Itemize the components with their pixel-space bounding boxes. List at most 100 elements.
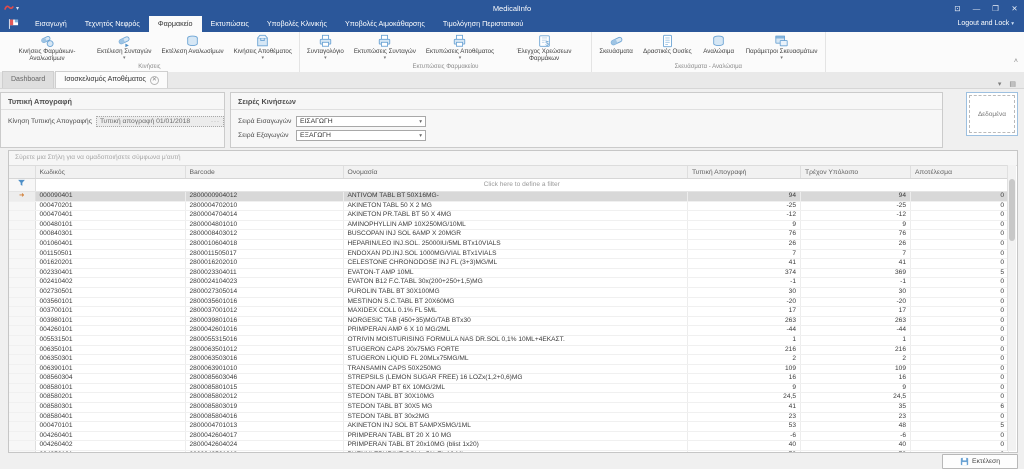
table-row[interactable]: 006390101 2800063901010 TRANSAMIN CAPS 5… — [9, 364, 1009, 374]
cell-name: EVATON-T AMP 10ML — [343, 268, 688, 278]
column-header-trexon-ypoloipo[interactable]: Τρέχον Υπόλοιπο — [801, 166, 911, 179]
ribbon-button-Έλεγχος Χρεώσεων Φαρμάκων[interactable]: $ Έλεγχος Χρεώσεων Φαρμάκων — [499, 32, 589, 63]
ribbon-button-Παράμετροι Σκευασμάτων[interactable]: Παράμετροι Σκευασμάτων ▾ — [741, 32, 823, 63]
table-row[interactable]: 003560101 2800035601016 MESTINON S.C.TAB… — [9, 297, 1009, 307]
cell-apotelesma: 0 — [911, 230, 1009, 240]
table-row[interactable]: 000470201 2800004702010 AKINETON TABL 50… — [9, 201, 1009, 211]
table-row[interactable]: 006350301 2800063503016 STUGERON LIQUID … — [9, 355, 1009, 365]
row-indicator-cell — [9, 412, 35, 422]
cell-code: 000470101 — [35, 422, 185, 432]
table-row[interactable]: 002330401 2800023304011 EVATON-T AMP 10M… — [9, 268, 1009, 278]
qat-dropdown-icon[interactable]: ▾ — [16, 5, 19, 12]
ribbon-tab-Τιμολόγηση Περιστατικού[interactable]: Τιμολόγηση Περιστατικού — [434, 16, 533, 32]
vertical-scrollbar[interactable] — [1007, 165, 1016, 451]
table-row[interactable]: 000840301 2800008403012 BUSCOPAN INJ SOL… — [9, 230, 1009, 240]
close-icon[interactable]: ✕ — [1005, 0, 1024, 16]
quick-access-toolbar[interactable]: ▾ — [0, 3, 19, 13]
ribbon-button-Κινήσεις Αποθέματος[interactable]: Κινήσεις Αποθέματος ▾ — [229, 32, 297, 63]
cell-name: EVATON B12 F.C.TABL 30x(200+250+1,5)MG — [343, 278, 688, 288]
ribbon-button-Αναλώσιμα[interactable]: Αναλώσιμα — [697, 32, 741, 63]
filter-hint[interactable]: Click here to define a filter — [35, 179, 1009, 192]
ribbon-button-Εκτυπώσεις Συνταγών[interactable]: Εκτυπώσεις Συνταγών ▾ — [349, 32, 421, 63]
cell-name: TRANSAMIN CAPS 50X250MG — [343, 364, 688, 374]
ribbon-display-options-icon[interactable]: ⊡ — [948, 0, 967, 16]
table-row[interactable]: 001060401 2800010604018 HEPARIN/LEO INJ.… — [9, 239, 1009, 249]
cell-trexon: 48 — [801, 422, 911, 432]
column-header-apotelesma[interactable]: Αποτέλεσμα — [911, 166, 1009, 179]
ribbon-tab-Εισαγωγή[interactable]: Εισαγωγή — [26, 16, 76, 32]
column-header-barcode[interactable]: Barcode — [185, 166, 343, 179]
column-header-kodikos[interactable]: Κωδικός — [35, 166, 185, 179]
table-row[interactable]: 004260402 2800042604024 PRIMPERAN TABL B… — [9, 441, 1009, 451]
table-row[interactable]: 001150501 2800011505017 ENDOXAN PD.INJ.S… — [9, 249, 1009, 259]
table-row[interactable]: ➜ 000090401 2800000904012 ANTIVOM TABL B… — [9, 192, 1009, 202]
ribbon-button-Κινήσεις Φαρμάκων-Αναλωσίμων[interactable]: Κινήσεις Φαρμάκων-Αναλωσίμων — [2, 32, 92, 63]
table-row[interactable]: 000480101 2800004801010 AMINOPHYLLIN AMP… — [9, 220, 1009, 230]
row-indicator-cell — [9, 211, 35, 221]
cell-code: 006350301 — [35, 355, 185, 365]
table-row[interactable]: 008580401 2800085804016 STEDON TABL BT 3… — [9, 412, 1009, 422]
ribbon-button-Συνταγολόγιο[interactable]: Συνταγολόγιο ▾ — [302, 32, 349, 63]
ribbon-tab-Τεχνητός Νεφρός[interactable]: Τεχνητός Νεφρός — [76, 16, 149, 32]
table-row[interactable]: 003980101 2800039801016 NORGESIC TAB (45… — [9, 316, 1009, 326]
ribbon-tab-Εκτυπώσεις[interactable]: Εκτυπώσεις — [202, 16, 258, 32]
chevron-down-icon[interactable]: ▾ — [419, 133, 422, 139]
ribbon-group: Κινήσεις Φαρμάκων-Αναλωσίμων Εκτέλεση Συ… — [0, 32, 300, 72]
table-row[interactable]: 000470101 2800004701013 AKINETON INJ SOL… — [9, 422, 1009, 432]
table-row[interactable]: 004260401 2800042604017 PRIMPERAN TABL B… — [9, 431, 1009, 441]
seira-exagogon-combo[interactable]: ΕΞΑΓΩΓΗ ▾ — [296, 130, 426, 141]
application-menu-button[interactable] — [0, 16, 26, 32]
restore-icon[interactable]: ❐ — [986, 0, 1005, 16]
column-header-typiki-apografi[interactable]: Τυπική Απογραφή — [688, 166, 801, 179]
doc-tab-Dashboard[interactable]: Dashboard — [2, 71, 54, 88]
filter-icon-cell[interactable] — [9, 179, 35, 192]
table-row[interactable]: 008560304 2800085603046 STREPSILS (LEMON… — [9, 374, 1009, 384]
chevron-down-icon[interactable]: ▾ — [419, 119, 422, 125]
table-row[interactable]: 008580101 2800085801015 STEDON AMP BT 6X… — [9, 383, 1009, 393]
table-row[interactable]: 000470401 2800004704014 AKINETON PR.TABL… — [9, 211, 1009, 221]
doc-tab-Ισοσκελισμός Αποθέματος[interactable]: Ισοσκελισμός Αποθέματος✕ — [55, 71, 168, 88]
table-row[interactable]: 001620201 2800016202010 CELESTONE CHRONO… — [9, 259, 1009, 269]
logout-and-lock-button[interactable]: Logout and Lock ▾ — [958, 16, 1024, 32]
ribbon-button-Σκευάσματα[interactable]: Σκευάσματα — [594, 32, 638, 63]
table-row[interactable]: 003700101 2800037001012 MAXIDEX COLL 0.1… — [9, 307, 1009, 317]
table-row[interactable]: 006350101 2800063501012 STUGERON CAPS 20… — [9, 345, 1009, 355]
ribbon-button-Εκτυπώσεις Αποθέματος[interactable]: Εκτυπώσεις Αποθέματος ▾ — [421, 32, 499, 63]
ribbon-tab-Φαρμακείο[interactable]: Φαρμακείο — [149, 16, 202, 32]
cell-apotelesma: 0 — [911, 259, 1009, 269]
group-by-bar[interactable]: Σύρετε μια Στήλη για να ομαδοποιήσετε σύ… — [9, 151, 1017, 166]
filter-row[interactable]: Click here to define a filter — [9, 179, 1009, 192]
seira-eisagogon-label: Σειρά Εισαγωγών — [238, 118, 294, 125]
seira-eisagogon-combo[interactable]: ΕΙΣΑΓΩΓΗ ▾ — [296, 116, 426, 127]
tab-list-icon[interactable]: ▤ — [1009, 80, 1016, 88]
collapse-ribbon-icon[interactable]: ˄ — [1014, 58, 1018, 65]
ribbon-button-Εκτέλεση Συνταγών[interactable]: Εκτέλεση Συνταγών ▾ — [92, 32, 157, 63]
cell-typiki: 9 — [688, 383, 801, 393]
table-row[interactable]: 002410402 2800024104023 EVATON B12 F.C.T… — [9, 278, 1009, 288]
cell-typiki: 17 — [688, 307, 801, 317]
cell-typiki: 9 — [688, 220, 801, 230]
data-box[interactable]: Δεδομένα — [966, 92, 1018, 136]
ellipsis-button[interactable]: ··· — [211, 119, 220, 125]
ribbon-tab-Υποβολές Κλινικής[interactable]: Υποβολές Κλινικής — [258, 16, 336, 32]
table-row[interactable]: 008580201 2800085802012 STEDON TABL BT 3… — [9, 393, 1009, 403]
table-row[interactable]: 005531501 2800055315016 OTRIVIN MOISTURI… — [9, 335, 1009, 345]
tab-scroll-icon[interactable]: ▾ — [998, 80, 1002, 88]
ribbon-tab-Υποβολές Αιμοκάθαρσης[interactable]: Υποβολές Αιμοκάθαρσης — [336, 16, 434, 32]
table-row[interactable]: 002730501 2800027305014 PUROLIN TABL BT … — [9, 287, 1009, 297]
table-row[interactable]: 004260101 2800042601016 PRIMPERAN AMP 6 … — [9, 326, 1009, 336]
execute-button[interactable]: Εκτέλεση — [942, 454, 1018, 469]
typiki-apografi-field[interactable]: Τυπική απογραφή 01/01/2018 ··· — [96, 116, 224, 127]
ribbon-button-Δραστικές Ουσίες[interactable]: Δραστικές Ουσίες — [638, 32, 697, 63]
column-header-onomasia[interactable]: Ονομασία — [343, 166, 688, 179]
minimize-icon[interactable]: — — [967, 0, 986, 16]
scrollbar-thumb[interactable] — [1009, 179, 1015, 241]
close-tab-icon[interactable]: ✕ — [150, 76, 159, 85]
ribbon-button-Εκτέλεση Αναλωσίμων[interactable]: Εκτέλεση Αναλωσίμων — [157, 32, 229, 63]
cell-barcode: 2800042604017 — [185, 431, 343, 441]
row-indicator-cell — [9, 287, 35, 297]
cell-typiki: 2 — [688, 355, 801, 365]
cell-trexon: 9 — [801, 220, 911, 230]
table-row[interactable]: 008580301 2800085803019 STEDON TABL BT 3… — [9, 403, 1009, 413]
cell-typiki: 41 — [688, 403, 801, 413]
